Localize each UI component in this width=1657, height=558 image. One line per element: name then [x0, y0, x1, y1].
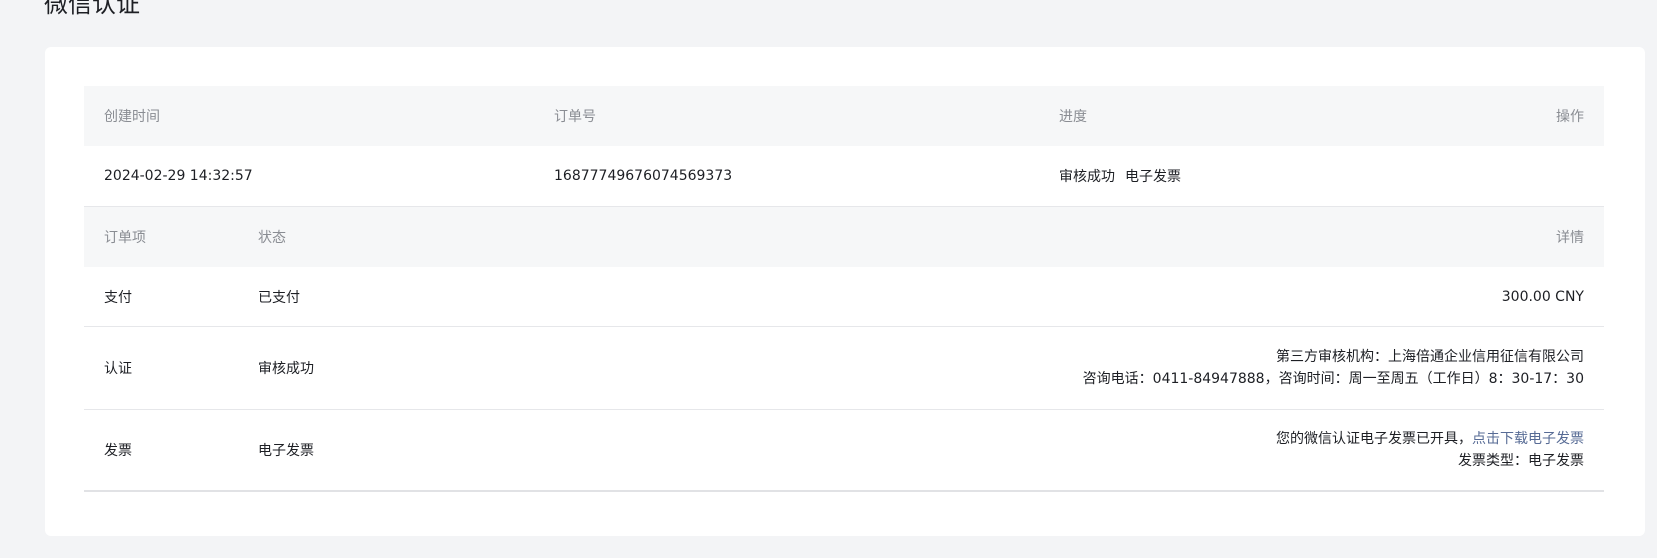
header-order-number: 订单号 [554, 109, 596, 125]
item-status: 审核成功 [258, 361, 314, 377]
header-created-time: 创建时间 [104, 109, 160, 125]
item-status: 电子发票 [258, 443, 314, 459]
order-table: 创建时间 订单号 进度 操作 2024-02-29 14:32:57 16877… [84, 86, 1604, 492]
payment-amount: 300.00 CNY [1501, 288, 1584, 305]
invoice-notice-text: 您的微信认证电子发票已开具， [1276, 431, 1472, 447]
item-name: 认证 [104, 361, 132, 377]
header-detail: 详情 [1556, 230, 1584, 246]
progress-status: 审核成功 [1059, 169, 1115, 185]
header-status: 状态 [258, 230, 286, 246]
header-order-item: 订单项 [104, 230, 146, 246]
header-action: 操作 [1556, 109, 1584, 125]
invoice-type: 发票类型：电子发票 [1458, 453, 1584, 469]
items-table-header: 订单项 状态 详情 [84, 207, 1604, 267]
page-title: 微信认证 [44, 0, 140, 18]
contact-info: 咨询电话：0411-84947888，咨询时间：周一至周五（工作日）8：30-1… [1082, 371, 1584, 387]
item-name: 支付 [104, 289, 132, 306]
table-row-certification: 认证 审核成功 第三方审核机构：上海倍通企业信用征信有限公司 咨询电话：0411… [84, 327, 1604, 410]
order-progress: 审核成功 电子发票 [1059, 166, 1181, 186]
order-number: 16877749676074569373 [554, 168, 733, 184]
download-invoice-link[interactable]: 点击下载电子发票 [1472, 431, 1584, 447]
progress-invoice: 电子发票 [1125, 169, 1181, 185]
item-name: 发票 [104, 443, 132, 459]
table-row-payment: 支付 已支付 300.00 CNY [84, 267, 1604, 327]
order-card: 创建时间 订单号 进度 操作 2024-02-29 14:32:57 16877… [45, 47, 1645, 536]
invoice-detail: 您的微信认证电子发票已开具，点击下载电子发票 发票类型：电子发票 [1276, 428, 1584, 472]
order-row: 2024-02-29 14:32:57 16877749676074569373… [84, 146, 1604, 207]
item-status: 已支付 [258, 289, 300, 306]
order-created-time: 2024-02-29 14:32:57 [104, 168, 253, 184]
order-table-header: 创建时间 订单号 进度 操作 [84, 86, 1604, 146]
review-agency: 第三方审核机构：上海倍通企业信用征信有限公司 [1276, 349, 1584, 365]
certification-detail: 第三方审核机构：上海倍通企业信用征信有限公司 咨询电话：0411-8494788… [1083, 346, 1584, 390]
invoice-notice: 您的微信认证电子发票已开具，点击下载电子发票 [1276, 428, 1584, 450]
header-progress: 进度 [1059, 109, 1087, 125]
table-row-invoice: 发票 电子发票 您的微信认证电子发票已开具，点击下载电子发票 发票类型：电子发票 [84, 410, 1604, 492]
